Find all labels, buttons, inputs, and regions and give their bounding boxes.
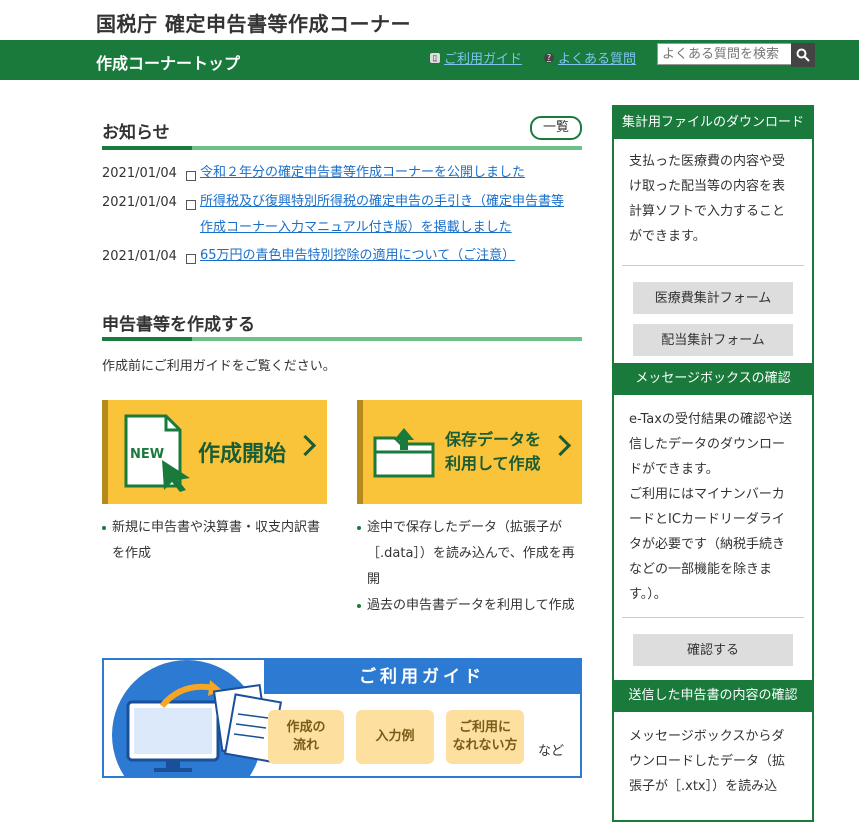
list-item: 過去の申告書データを利用して作成 xyxy=(357,593,579,619)
message-text-line: e-Taxの受付結果の確認や送信したデータのダウンロードができます。 xyxy=(629,412,792,477)
message-text-line: ご利用にはマイナンバーカードとICカードリーダライタが必要です（納税手続きなどの… xyxy=(629,487,786,602)
medical-form-button[interactable]: 医療費集計フォーム xyxy=(633,282,793,314)
guide-pill-line: ご利用に xyxy=(458,720,511,735)
faq-link-label: よくある質問 xyxy=(558,52,637,67)
message-heading: メッセージボックスの確認 xyxy=(614,363,812,395)
guide-etc: など xyxy=(538,744,565,759)
news-item: 2021/01/04 65万円の青色申告特別控除の適用について（ご注意） xyxy=(102,248,515,269)
computer-documents-icon xyxy=(126,680,282,772)
use-saved-data-button[interactable]: 保存データを 利用して作成 xyxy=(357,400,582,504)
news-link[interactable]: 所得税及び復興特別所得税の確定申告の手引き（確定申告書等作成コーナー入力マニュア… xyxy=(200,189,570,241)
use-saved-label-line: 保存データを xyxy=(445,430,542,449)
news-item: 2021/01/04 所得税及び復興特別所得税の確定申告の手引き（確定申告書等作… xyxy=(102,194,572,241)
book-icon: ▯ xyxy=(430,52,440,63)
question-icon: ? xyxy=(544,52,554,63)
search-input[interactable] xyxy=(657,43,797,65)
folder-icon xyxy=(373,428,435,478)
chevron-right-icon xyxy=(294,434,317,457)
start-new-label: 作成開始 xyxy=(198,442,287,467)
window-icon xyxy=(186,254,196,264)
create-heading: 申告書等を作成する xyxy=(102,315,255,335)
saved-bullets: 途中で保存したデータ（拡張子が［.data］）を読み込んで、作成を再開 過去の申… xyxy=(357,515,579,619)
guide-beginner-button[interactable]: ご利用に なれない方 xyxy=(446,710,524,764)
guide-title: ご利用ガイド xyxy=(264,660,580,694)
download-heading: 集計用ファイルのダウンロード xyxy=(614,107,812,139)
use-saved-label: 保存データを 利用して作成 xyxy=(445,428,541,476)
news-item: 2021/01/04 令和２年分の確定申告書等作成コーナーを公開しました xyxy=(102,165,525,186)
chevron-right-icon xyxy=(549,434,572,457)
start-new-button[interactable]: NEW 作成開始 xyxy=(102,400,327,504)
window-icon xyxy=(186,200,196,210)
faq-link[interactable]: ? よくある質問 xyxy=(544,48,636,67)
new-document-icon: NEW xyxy=(124,414,190,492)
news-rule xyxy=(102,146,582,150)
news-date: 2021/01/04 xyxy=(102,249,177,264)
confirm-button[interactable]: 確認する xyxy=(633,634,793,666)
sent-text: メッセージボックスからダウンロードしたデータ（拡張子が［.xtx］）を読み込 xyxy=(629,729,786,794)
guide-link-label: ご利用ガイド xyxy=(444,52,523,67)
svg-text:NEW: NEW xyxy=(130,447,164,462)
dividend-form-button[interactable]: 配当集計フォーム xyxy=(633,324,793,356)
guide-pill-line: 流れ xyxy=(292,738,319,753)
news-list-button[interactable]: 一覧 xyxy=(530,116,582,140)
list-item: 新規に申告書や決算書・収支内訳書を作成 xyxy=(102,515,324,567)
sent-box: 送信した申告書の内容の確認 メッセージボックスからダウンロードしたデータ（拡張子… xyxy=(612,680,814,822)
divider xyxy=(622,265,804,266)
message-text: e-Taxの受付結果の確認や送信したデータのダウンロードができます。 ご利用には… xyxy=(614,395,812,617)
download-box: 集計用ファイルのダウンロード 支払った医療費の内容や受け取った配当等の内容を表計… xyxy=(612,105,814,367)
guide-pill-line: 作成の xyxy=(286,720,326,735)
header-bar: 作成コーナートップ ▯ ご利用ガイド ? よくある質問 xyxy=(0,40,859,80)
news-date: 2021/01/04 xyxy=(102,195,177,210)
message-box: メッセージボックスの確認 e-Taxの受付結果の確認や送信したデータのダウンロー… xyxy=(612,363,814,682)
window-icon xyxy=(186,171,196,181)
search-icon xyxy=(796,48,810,62)
search-button[interactable] xyxy=(791,43,815,67)
create-intro: 作成前にご利用ガイドをご覧ください。 xyxy=(102,359,336,374)
site-title: 国税庁 確定申告書等作成コーナー xyxy=(96,12,411,36)
sent-heading: 送信した申告書の内容の確認 xyxy=(614,680,812,712)
guide-banner[interactable]: ご利用ガイド 作成の 流れ 入力例 ご利用に なれない方 など xyxy=(102,658,582,778)
guide-pill-line: なれない方 xyxy=(452,738,518,753)
create-rule xyxy=(102,337,582,341)
guide-example-button[interactable]: 入力例 xyxy=(356,710,434,764)
news-date: 2021/01/04 xyxy=(102,166,177,181)
use-saved-label-line: 利用して作成 xyxy=(445,454,541,473)
guide-flow-button[interactable]: 作成の 流れ xyxy=(268,710,344,764)
guide-link[interactable]: ▯ ご利用ガイド xyxy=(430,48,522,67)
download-text: 支払った医療費の内容や受け取った配当等の内容を表計算ソフトで入力することができま… xyxy=(629,154,786,244)
page-title[interactable]: 作成コーナートップ xyxy=(96,50,240,74)
news-heading: お知らせ xyxy=(102,123,170,143)
new-bullets: 新規に申告書や決算書・収支内訳書を作成 xyxy=(102,515,324,567)
news-link[interactable]: 令和２年分の確定申告書等作成コーナーを公開しました xyxy=(200,160,525,186)
divider xyxy=(622,617,804,618)
list-item: 途中で保存したデータ（拡張子が［.data］）を読み込んで、作成を再開 xyxy=(357,515,579,593)
news-link[interactable]: 65万円の青色申告特別控除の適用について（ご注意） xyxy=(200,243,515,269)
